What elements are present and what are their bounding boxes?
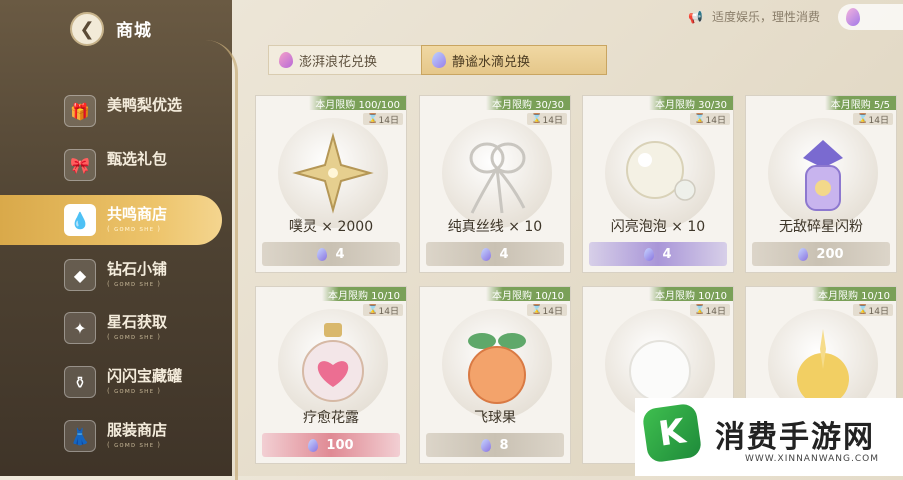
tab-label: 澎湃浪花兑换 <box>299 54 378 70</box>
tab-wave-exchange[interactable]: 澎湃浪花兑换 <box>268 45 442 75</box>
star-icon: ✦ <box>64 312 96 344</box>
tab-label: 静谧水滴兑换 <box>452 54 531 70</box>
buy-button[interactable]: 200 <box>752 242 890 266</box>
buy-button[interactable]: 4 <box>426 242 564 266</box>
sidebar-item-label: 甄选礼包 <box>107 150 168 168</box>
water-drop-icon: 💧 <box>64 204 96 236</box>
shop-item-card[interactable]: 本月限购 10/10 ⌛ 14日 飞球果 8 <box>419 286 571 464</box>
silk-thread-icon <box>469 142 526 214</box>
purchase-limit-badge: 本月限购 5/5 <box>824 96 896 111</box>
purchase-limit-badge: 本月限购 10/10 <box>649 287 733 302</box>
item-image <box>442 309 552 419</box>
water-drop-icon <box>432 52 446 68</box>
purchase-limit-badge: 本月限购 30/30 <box>649 96 733 111</box>
sidebar-item-label: 美鸭梨优选 <box>107 96 183 114</box>
notice-text: 适度娱乐，理性消费 <box>712 10 821 24</box>
item-image <box>605 118 715 228</box>
sidebar-item-sub: ( ɢᴏᴍᴅ ꜱʜᴇ ) <box>107 333 161 341</box>
purchase-limit-badge: 本月限购 30/30 <box>486 96 570 111</box>
jar-icon: ⚱ <box>64 366 96 398</box>
buy-button[interactable]: 4 <box>262 242 400 266</box>
page-title: 商城 <box>116 21 152 41</box>
gift-icon: 🎀 <box>64 149 96 181</box>
gem-icon <box>481 247 492 261</box>
sidebar-item-sub: ( ɢᴏᴍᴅ ꜱʜᴇ ) <box>107 225 161 233</box>
spending-notice: 📢 适度娱乐，理性消费 <box>688 8 820 25</box>
gem-icon <box>798 247 809 261</box>
gem-icon <box>644 247 655 261</box>
sidebar-item-sub: ( ɢᴏᴍᴅ ꜱʜᴇ ) <box>107 387 161 395</box>
sidebar-item-meiyali[interactable]: 🎁 美鸭梨优选 <box>0 86 222 136</box>
sidebar-item-label: 共鸣商店 <box>107 205 168 223</box>
back-arrow-icon: ❮ <box>79 18 95 40</box>
sidebar-item-diamond-shop[interactable]: ◆ 钻石小铺 ( ɢᴏᴍᴅ ꜱʜᴇ ) <box>0 250 222 300</box>
flying-fruit-icon <box>468 333 526 404</box>
buy-button[interactable]: 8 <box>426 433 564 457</box>
item-name: 噗灵 × 2000 <box>288 219 374 235</box>
sidebar-item-sub: ( ɢᴏᴍᴅ ꜱʜᴇ ) <box>107 441 161 449</box>
buy-button[interactable]: 100 <box>262 433 400 457</box>
megaphone-icon: 📢 <box>688 9 703 24</box>
gem-icon <box>317 247 328 261</box>
sidebar-item-label: 闪闪宝藏罐 <box>107 367 183 385</box>
item-image <box>768 118 878 228</box>
water-drop-currency-icon <box>846 8 860 26</box>
purchase-limit-badge: 本月限购 10/10 <box>812 287 896 302</box>
shop-item-card[interactable]: 本月限购 30/30 ⌛ 14日 闪亮泡泡 × 10 4 <box>582 95 734 273</box>
sidebar-item-label: 星石获取 <box>107 313 168 331</box>
sidebar-item-clothing-shop[interactable]: 👗 服装商店 ( ɢᴏᴍᴅ ꜱʜᴇ ) <box>0 411 222 461</box>
dress-icon: 👗 <box>64 420 96 452</box>
four-point-star-icon <box>292 132 374 214</box>
star-powder-bottle-icon <box>803 140 843 211</box>
item-image <box>278 309 388 419</box>
diamond-icon: ◆ <box>64 259 96 291</box>
gem-icon <box>308 438 319 452</box>
currency-display[interactable] <box>838 4 903 30</box>
item-name: 疗愈花露 <box>303 410 359 426</box>
buy-button[interactable]: 4 <box>589 242 727 266</box>
sidebar-item-starstone[interactable]: ✦ 星石获取 ( ɢᴏᴍᴅ ꜱʜᴇ ) <box>0 303 222 353</box>
watermark-url: WWW.XINNANWANG.COM <box>745 454 879 464</box>
back-button[interactable]: ❮ <box>70 12 104 46</box>
sidebar-item-sub: ( ɢᴏᴍᴅ ꜱʜᴇ ) <box>107 280 161 288</box>
purchase-limit-badge: 本月限购 10/10 <box>322 287 406 302</box>
shop-item-card[interactable]: 本月限购 100/100 ⌛ 14日 噗灵 × 2000 4 <box>255 95 407 273</box>
sidebar-item-treasure-jar[interactable]: ⚱ 闪闪宝藏罐 ( ɢᴏᴍᴅ ꜱʜᴇ ) <box>0 357 222 407</box>
gift-box-icon: 🎁 <box>64 95 96 127</box>
item-image <box>278 118 388 228</box>
item-name: 无敌碎星闪粉 <box>779 219 863 235</box>
gem-icon <box>481 438 492 452</box>
item-image <box>442 118 552 228</box>
wave-drop-icon <box>279 52 293 68</box>
tab-drop-exchange[interactable]: 静谧水滴兑换 <box>421 45 607 75</box>
shop-item-card[interactable]: 本月限购 5/5 ⌛ 14日 无敌碎星闪粉 200 <box>745 95 897 273</box>
shop-item-card[interactable]: 本月限购 10/10 ⌛ 14日 疗愈花露 100 <box>255 286 407 464</box>
watermark: K 消费手游网 WWW.XINNANWANG.COM <box>635 398 903 476</box>
purchase-limit-badge: 本月限购 10/10 <box>486 287 570 302</box>
sidebar-item-label: 服装商店 <box>107 421 168 439</box>
item-name: 闪亮泡泡 × 10 <box>610 219 706 235</box>
purchase-limit-badge: 本月限购 100/100 <box>309 96 406 111</box>
sidebar-item-resonance-shop[interactable]: 💧 共鸣商店 ( ɢᴏᴍᴅ ꜱʜᴇ ) <box>0 195 222 245</box>
site-logo-icon: K <box>641 402 703 464</box>
sidebar-item-gift-pack[interactable]: 🎀 甄选礼包 <box>0 140 222 190</box>
item-name: 纯真丝线 × 10 <box>447 219 543 235</box>
bubble-icon <box>626 141 696 201</box>
shop-item-card[interactable]: 本月限购 30/30 ⌛ 14日 纯真丝线 × 10 4 <box>419 95 571 273</box>
watermark-title: 消费手游网 <box>715 420 875 455</box>
sidebar-item-label: 钻石小铺 <box>107 260 168 278</box>
item-name: 飞球果 <box>474 410 516 426</box>
heart-bottle-icon <box>302 323 364 402</box>
